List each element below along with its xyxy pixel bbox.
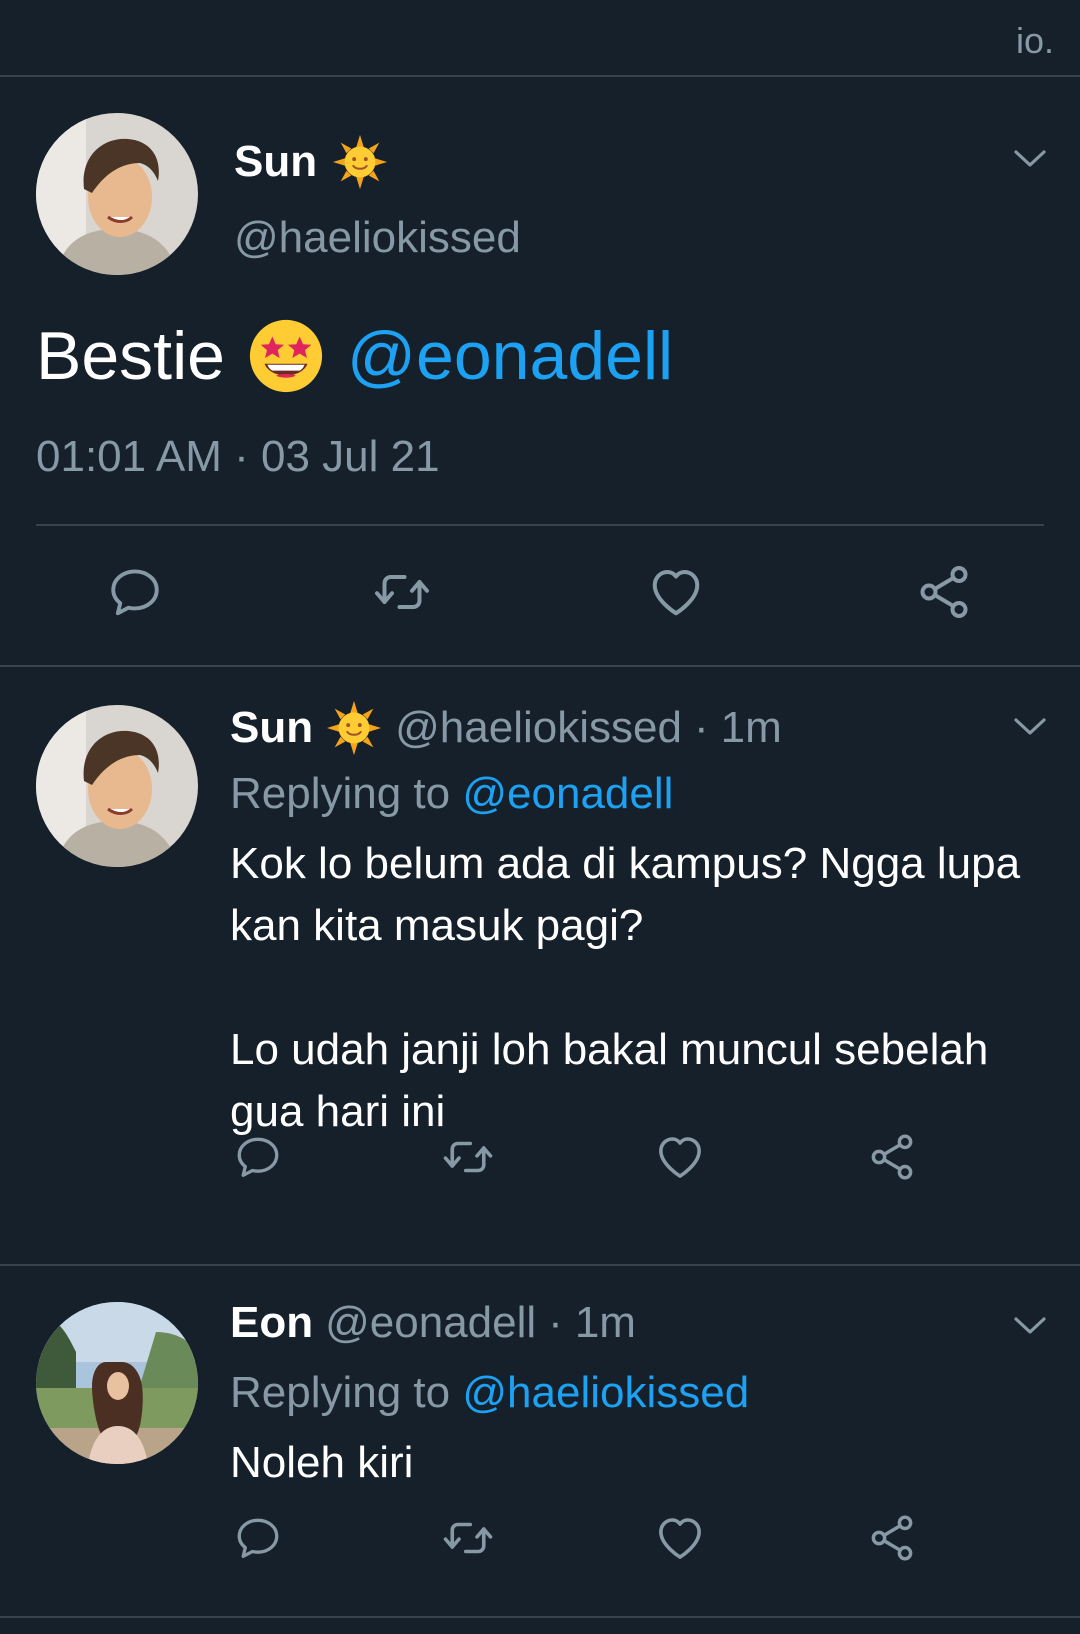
reply-icon	[233, 1132, 283, 1182]
retweet-button[interactable]	[372, 562, 432, 622]
separator-dot: ·	[693, 703, 709, 752]
author-handle[interactable]: @eonadell	[325, 1298, 536, 1348]
mention-link[interactable]: @eonadell	[347, 317, 673, 395]
share-icon	[866, 1131, 918, 1183]
retweet-icon	[441, 1511, 495, 1565]
separator-dot: ·	[548, 1298, 563, 1347]
reply-paragraph: Kok lo belum ada di kampus? Ngga lupa ka…	[230, 839, 1021, 950]
chevron-down-icon[interactable]	[1013, 716, 1047, 738]
tweet-timestamp: 01:01 AM · 03 Jul 21	[36, 432, 440, 481]
replying-to-mention[interactable]: @haeliokissed	[462, 1368, 749, 1417]
author-name[interactable]: Sun	[234, 133, 389, 191]
share-icon	[914, 562, 974, 622]
retweet-button[interactable]	[440, 1510, 496, 1566]
author-name[interactable]: Eon	[230, 1298, 313, 1348]
reply-icon	[233, 1513, 283, 1563]
avatar[interactable]	[36, 113, 198, 275]
retweet-icon	[372, 561, 432, 623]
main-tweet: Sun @haeliokissed Bestie @eonadell 01:01…	[0, 77, 1080, 667]
replying-to: Replying to @eonadell	[230, 769, 673, 819]
author-name-text: Sun	[234, 137, 318, 186]
reply-tweet[interactable]: Eon @eonadell · 1m Replying to @haelioki…	[0, 1266, 1080, 1618]
sun-with-face-icon	[325, 699, 383, 757]
replying-to-mention[interactable]: @eonadell	[462, 769, 673, 818]
author-handle[interactable]: @haeliokissed	[395, 703, 682, 753]
like-button[interactable]	[652, 1510, 708, 1566]
chevron-down-icon[interactable]	[1013, 148, 1047, 170]
reply-button[interactable]	[230, 1129, 286, 1185]
share-button[interactable]	[864, 1129, 920, 1185]
replying-to-label: Replying to	[230, 1368, 451, 1417]
share-button[interactable]	[864, 1510, 920, 1566]
relative-time: 1m	[720, 703, 782, 752]
top-bar-corner-text: io.	[1015, 20, 1054, 61]
reply-text: Noleh kiri	[230, 1432, 1060, 1494]
divider	[36, 524, 1044, 526]
relative-time: 1m	[574, 1298, 636, 1347]
reply-tweet[interactable]: Sun @haeliokissed · 1m Replying to @eona…	[0, 667, 1080, 1266]
replying-to-label: Replying to	[230, 769, 451, 818]
star-struck-icon	[247, 317, 325, 395]
like-button[interactable]	[646, 562, 706, 622]
retweet-button[interactable]	[440, 1129, 496, 1185]
sun-with-face-icon	[331, 133, 389, 191]
reply-button[interactable]	[105, 562, 165, 622]
reply-icon	[106, 563, 164, 621]
reply-button[interactable]	[230, 1510, 286, 1566]
like-button[interactable]	[652, 1129, 708, 1185]
author-name[interactable]: Sun	[230, 703, 313, 753]
share-icon	[866, 1512, 918, 1564]
reply-paragraph: Noleh kiri	[230, 1438, 414, 1487]
retweet-icon	[441, 1130, 495, 1184]
replying-to: Replying to @haeliokissed	[230, 1368, 749, 1418]
reply-text: Kok lo belum ada di kampus? Ngga lupa ka…	[230, 833, 1060, 1143]
top-bar: io.	[0, 0, 1080, 77]
reply-header: Eon @eonadell · 1m	[230, 1298, 636, 1348]
avatar[interactable]	[36, 1302, 198, 1464]
heart-icon	[653, 1511, 707, 1565]
reply-header: Sun @haeliokissed · 1m	[230, 699, 782, 757]
tweet-text: Bestie @eonadell	[36, 317, 673, 395]
heart-icon	[646, 561, 706, 623]
tweet-text-body: Bestie	[36, 318, 225, 394]
share-button[interactable]	[914, 562, 974, 622]
chevron-down-icon[interactable]	[1013, 1315, 1047, 1337]
reply-paragraph: Lo udah janji loh bakal muncul sebelah g…	[230, 1025, 989, 1136]
avatar[interactable]	[36, 705, 198, 867]
author-handle[interactable]: @haeliokissed	[234, 213, 521, 263]
heart-icon	[653, 1130, 707, 1184]
